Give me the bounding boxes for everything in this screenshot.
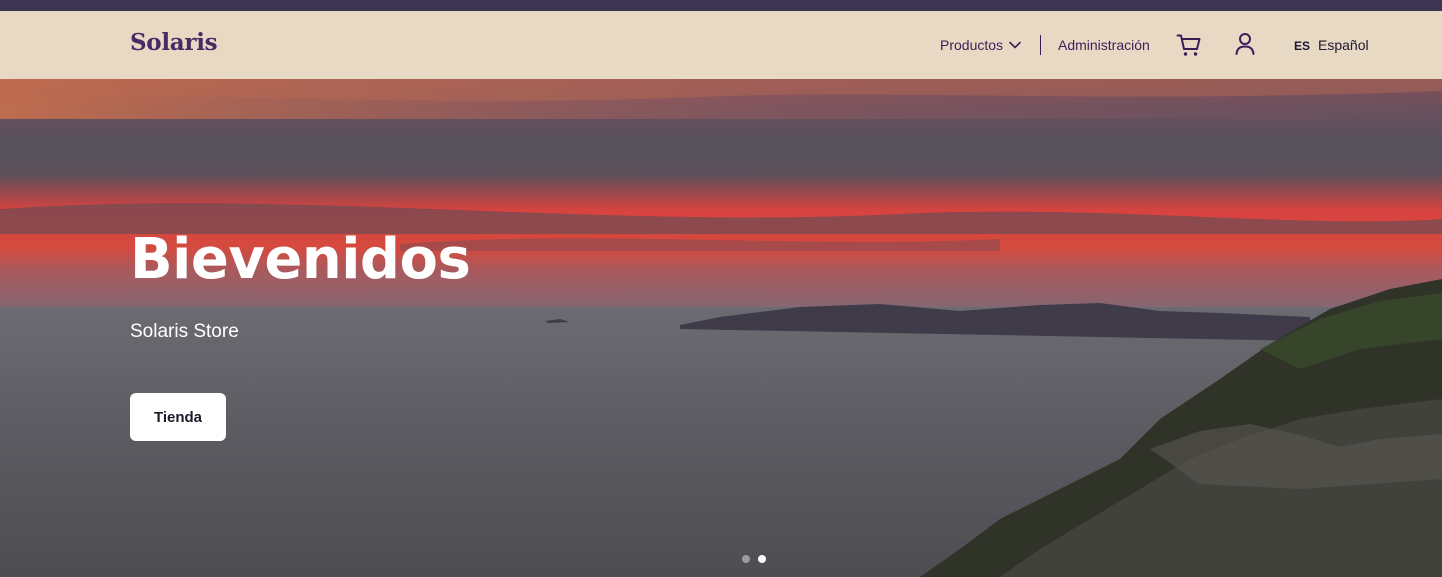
- nav-admin-link[interactable]: Administración: [1058, 37, 1150, 53]
- top-strip: [0, 0, 1442, 11]
- hero-carousel: Bievenidos Solaris Store Tienda: [0, 79, 1442, 577]
- carousel-indicators: [742, 555, 766, 563]
- shop-button[interactable]: Tienda: [130, 393, 226, 441]
- carousel-dot-2[interactable]: [758, 555, 766, 563]
- language-selector[interactable]: ES Español: [1294, 37, 1369, 53]
- brand-logo[interactable]: Solaris: [130, 29, 218, 56]
- carousel-dot-1[interactable]: [742, 555, 750, 563]
- language-code: ES: [1294, 39, 1311, 53]
- nav-products-menu[interactable]: Productos: [940, 37, 1021, 53]
- language-label: Español: [1318, 37, 1369, 53]
- nav-products-label: Productos: [940, 37, 1004, 53]
- navbar: Solaris Productos Administración ES Espa…: [0, 11, 1442, 79]
- hero-title: Bievenidos: [130, 227, 471, 292]
- nav-divider: [1040, 35, 1041, 55]
- chevron-down-icon: [1009, 41, 1021, 49]
- user-icon[interactable]: [1234, 32, 1256, 56]
- cart-icon[interactable]: [1176, 33, 1202, 57]
- hero-subtitle: Solaris Store: [130, 321, 239, 342]
